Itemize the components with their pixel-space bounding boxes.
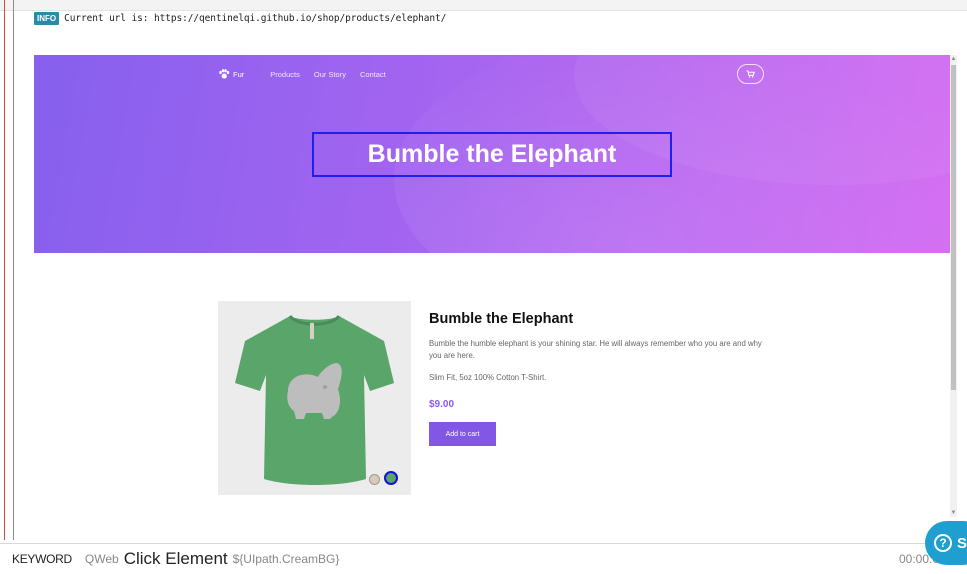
swatch-cream[interactable] [369,474,380,485]
hero-title: Bumble the Elephant [367,140,617,168]
tshirt-image [235,314,394,485]
product-info: Bumble the Elephant Bumble the humble el… [429,311,769,446]
product-image [218,301,411,495]
paw-icon [219,69,230,79]
cart-icon [746,70,755,78]
product-title: Bumble the Elephant [429,311,574,327]
scrollbar[interactable]: ▲ ▼ [950,55,957,517]
product-description: Bumble the humble elephant is your shini… [429,339,762,360]
cart-button[interactable] [737,64,764,84]
add-to-cart-button[interactable]: Add to cart [429,422,496,446]
keyword-bar: KEYWORD QWeb Click Element ${UIpath.Crea… [0,543,967,574]
info-badge: INFO [34,11,60,25]
keyword-argument: ${UIpath.CreamBG} [232,552,340,566]
margin-line-red [4,0,5,540]
nav-our-story[interactable]: Our Story [314,70,346,79]
site-logo[interactable]: Fur [218,69,244,79]
log-message: Current url is: https://qentinelqi.githu… [64,12,447,24]
help-label: S [957,534,967,552]
question-icon: ? [934,534,952,552]
log-entry: INFO Current url is: https://qentinelqi.… [34,11,446,25]
hero-banner: Fur Products Our Story Contact Bumble th… [34,55,950,253]
report-viewer: INFO Current url is: https://qentinelqi.… [0,0,967,574]
highlighted-title-box: Bumble the Elephant [312,132,672,177]
logo-text: Fur [233,69,245,79]
scroll-down-icon[interactable]: ▼ [950,509,957,517]
top-bar [0,0,967,11]
keyword-library: QWeb [84,552,119,566]
scroll-up-icon[interactable]: ▲ [950,55,957,63]
swatch-green[interactable] [384,471,398,485]
scroll-thumb[interactable] [951,65,956,390]
keyword-name: Click Element [123,549,228,568]
margin-line-gray [13,0,14,540]
nav-contact[interactable]: Contact [360,70,386,79]
product-price: $9.00 [429,399,455,410]
product-spec: Slim Fit, 5oz 100% Cotton T-Shirt. [429,373,547,382]
site-nav: Fur Products Our Story Contact [218,67,400,81]
help-button[interactable]: ? S [925,521,967,565]
page-screenshot: Fur Products Our Story Contact Bumble th… [34,55,950,517]
keyword-label: KEYWORD [12,552,72,566]
nav-products[interactable]: Products [270,70,300,79]
